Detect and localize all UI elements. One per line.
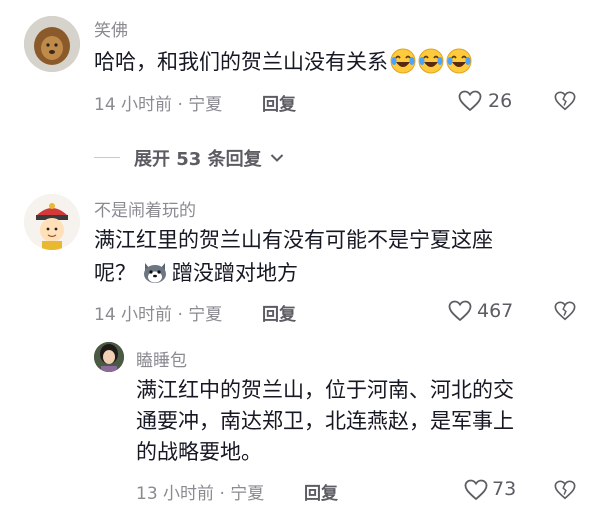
- chevron-down-icon: [270, 154, 284, 162]
- reply-time-location: 13 小时前 · 宁夏: [136, 484, 265, 504]
- heart-icon[interactable]: [458, 90, 482, 112]
- reply-button[interactable]: 回复: [304, 479, 338, 504]
- reply-text-line: 的战略要地。: [136, 440, 262, 464]
- reply-text-line: 满江红中的贺兰山，位于河南、河北的交: [136, 378, 514, 402]
- reply-button[interactable]: 回复: [262, 90, 296, 115]
- comment-text-segment: 呢？: [94, 261, 136, 285]
- reply-text-line: 通要冲，南达郑卫，北连燕赵，是军事上: [136, 409, 514, 433]
- like-count: 26: [488, 90, 513, 112]
- laughing-tears-emoji-icon: [418, 48, 444, 74]
- laughing-tears-emoji-icon: [390, 48, 416, 74]
- broken-heart-icon[interactable]: [554, 90, 576, 112]
- broken-heart-icon[interactable]: [554, 300, 576, 322]
- expand-replies-button[interactable]: 展开 53 条回复: [134, 145, 284, 171]
- like-count: 467: [477, 300, 514, 322]
- avatar[interactable]: [24, 16, 80, 72]
- reply-username[interactable]: 瞌睡包: [136, 346, 187, 371]
- reply-button[interactable]: 回复: [262, 300, 296, 325]
- comment-time-location: 14 小时前 · 宁夏: [94, 95, 223, 115]
- comment-text: 哈哈，和我们的贺兰山没有关系: [94, 46, 472, 79]
- comment-text: 呢？ 蹭没蹭对地方: [94, 257, 298, 290]
- comment-body: 哈哈，和我们的贺兰山没有关系: [94, 50, 388, 74]
- comment-username[interactable]: 笑佛: [94, 16, 128, 41]
- husky-emoji-icon: [144, 263, 166, 283]
- comment-username[interactable]: 不是闹着玩的: [94, 196, 196, 221]
- laughing-tears-emoji-icon: [446, 48, 472, 74]
- expand-replies-label: 展开 53 条回复: [134, 149, 262, 170]
- comment-time-location: 14 小时前 · 宁夏: [94, 305, 223, 325]
- broken-heart-icon[interactable]: [554, 479, 576, 501]
- comment-text-segment: 蹭没蹭对地方: [172, 261, 298, 285]
- like-count: 73: [492, 478, 517, 500]
- heart-icon[interactable]: [464, 479, 488, 501]
- avatar[interactable]: [94, 342, 124, 372]
- avatar[interactable]: [24, 194, 80, 250]
- expand-divider: [94, 157, 120, 158]
- comment-text-line: 满江红里的贺兰山有没有可能不是宁夏这座: [94, 228, 493, 252]
- heart-icon[interactable]: [448, 300, 472, 322]
